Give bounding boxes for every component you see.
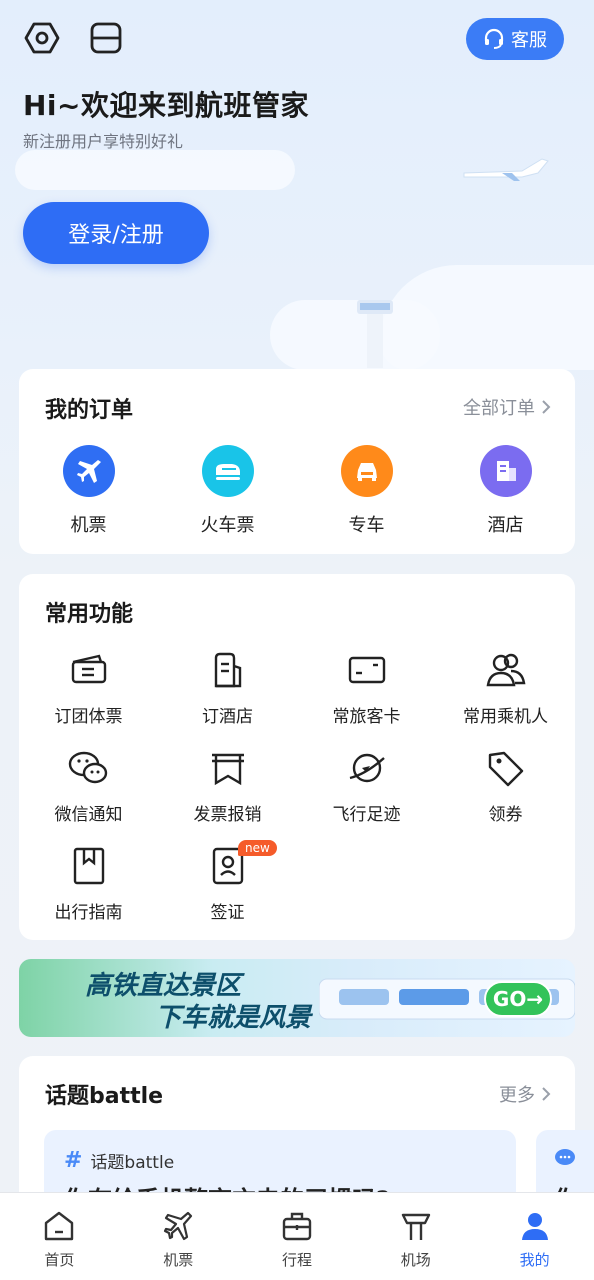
func-label: 飞行足迹 xyxy=(332,805,401,825)
chat-bubble-icon xyxy=(555,1149,575,1165)
car-icon xyxy=(340,445,393,497)
tab-itinerary[interactable]: 行程 xyxy=(238,1193,357,1280)
func-member-card[interactable]: 常旅客卡 xyxy=(297,648,436,746)
func-label: 微信通知 xyxy=(54,805,123,825)
tab-flights[interactable]: 机票 xyxy=(119,1193,238,1280)
login-register-button[interactable]: 登录/注册 xyxy=(23,202,209,264)
settings-hex-icon xyxy=(24,22,60,54)
passengers-icon xyxy=(484,648,528,692)
plane-icon xyxy=(62,445,115,497)
func-group-ticket[interactable]: 订团体票 xyxy=(19,648,158,746)
func-flight-footprint[interactable]: 飞行足迹 xyxy=(297,746,436,844)
top-bar: 客服 xyxy=(22,18,564,60)
planet-icon xyxy=(345,746,389,790)
wechat-icon xyxy=(67,746,111,790)
welcome-subtitle: 新注册用户享特别好礼 xyxy=(23,132,184,151)
topic-tag-label: 话题battle xyxy=(90,1153,175,1173)
topics-more-link[interactable]: 更多 xyxy=(499,1081,551,1107)
promo-banner[interactable]: 高铁直达景区 下车就是风景 GO→ xyxy=(19,959,575,1037)
func-coupon[interactable]: 领券 xyxy=(436,746,575,844)
chevron-right-icon xyxy=(542,400,551,414)
plane-icon xyxy=(164,1211,193,1241)
tab-label: 行程 xyxy=(281,1251,312,1269)
func-label: 领券 xyxy=(488,805,523,825)
scan-button[interactable] xyxy=(86,18,126,58)
guide-book-icon xyxy=(67,844,111,888)
service-label: 客服 xyxy=(511,30,547,51)
topics-more-label: 更多 xyxy=(499,1085,535,1106)
func-label: 订酒店 xyxy=(202,707,253,727)
home-icon xyxy=(45,1211,74,1241)
func-invoice[interactable]: 发票报销 xyxy=(158,746,297,844)
func-label: 订团体票 xyxy=(54,707,123,727)
order-label: 火车票 xyxy=(200,515,255,536)
my-orders-card: 我的订单 全部订单 机票 火车票 专车 酒店 xyxy=(19,369,575,554)
func-hotel[interactable]: 订酒店 xyxy=(158,648,297,746)
train-icon xyxy=(201,445,254,497)
order-car[interactable]: 专车 xyxy=(297,445,436,537)
welcome-title: Hi~欢迎来到航班管家 xyxy=(23,89,309,122)
topic-tag: # 话题battle xyxy=(64,1148,174,1173)
hotel-icon xyxy=(479,445,532,497)
scan-icon xyxy=(90,22,122,54)
func-label: 签证 xyxy=(210,903,245,923)
banner-go-button[interactable]: GO→ xyxy=(484,981,552,1017)
func-label: 常用乘机人 xyxy=(463,707,548,727)
common-functions-card: 常用功能 订团体票 订酒店 常旅客卡 常用乘机人 微信通知 发票报销 飞行足迹 … xyxy=(19,574,575,940)
cloud-decoration xyxy=(380,265,594,370)
tab-label: 我的 xyxy=(519,1251,550,1269)
order-label: 专车 xyxy=(348,515,385,536)
functions-title: 常用功能 xyxy=(45,602,134,627)
plane-decoration xyxy=(463,158,549,181)
chevron-right-icon xyxy=(542,1087,551,1101)
tab-label: 机票 xyxy=(163,1251,194,1269)
func-label: 常旅客卡 xyxy=(332,707,401,727)
user-icon xyxy=(521,1213,548,1240)
cloud-decoration xyxy=(15,150,295,190)
customer-service-button[interactable]: 客服 xyxy=(466,18,564,60)
order-flight[interactable]: 机票 xyxy=(19,445,158,537)
headset-icon xyxy=(484,28,504,49)
new-badge: new xyxy=(238,840,277,856)
order-train[interactable]: 火车票 xyxy=(158,445,297,537)
func-visa[interactable]: new 签证 xyxy=(158,840,297,942)
suitcase-icon xyxy=(282,1212,312,1241)
all-orders-label: 全部订单 xyxy=(463,398,535,419)
group-ticket-icon xyxy=(67,648,111,692)
tab-label: 首页 xyxy=(44,1251,75,1269)
tab-home[interactable]: 首页 xyxy=(0,1193,119,1280)
all-orders-link[interactable]: 全部订单 xyxy=(463,394,551,420)
tab-label: 机场 xyxy=(400,1251,431,1269)
func-label: 发票报销 xyxy=(193,805,262,825)
tab-mine[interactable]: 我的 xyxy=(475,1193,594,1280)
orders-title: 我的订单 xyxy=(45,398,134,423)
tower-decoration xyxy=(357,300,393,368)
order-label: 酒店 xyxy=(487,515,524,536)
func-label: 出行指南 xyxy=(54,903,123,923)
hotel-building-icon xyxy=(206,648,250,692)
func-travel-guide[interactable]: 出行指南 xyxy=(19,844,158,942)
settings-button[interactable] xyxy=(22,18,62,58)
order-hotel[interactable]: 酒店 xyxy=(436,445,575,537)
coupon-tag-icon xyxy=(484,746,528,790)
func-wechat-notice[interactable]: 微信通知 xyxy=(19,746,158,844)
tab-airport[interactable]: 机场 xyxy=(356,1193,475,1280)
topics-title: 话题battle xyxy=(45,1084,164,1109)
hashtag-icon: # xyxy=(64,1148,83,1173)
member-card-icon xyxy=(345,648,389,692)
banner-line2: 下车就是风景 xyxy=(155,1003,312,1033)
airport-tower-icon xyxy=(401,1213,430,1240)
bottom-tab-bar: 首页 机票 行程 机场 我的 xyxy=(0,1192,594,1280)
func-passengers[interactable]: 常用乘机人 xyxy=(436,648,575,746)
invoice-icon xyxy=(206,746,250,790)
order-label: 机票 xyxy=(70,515,107,536)
